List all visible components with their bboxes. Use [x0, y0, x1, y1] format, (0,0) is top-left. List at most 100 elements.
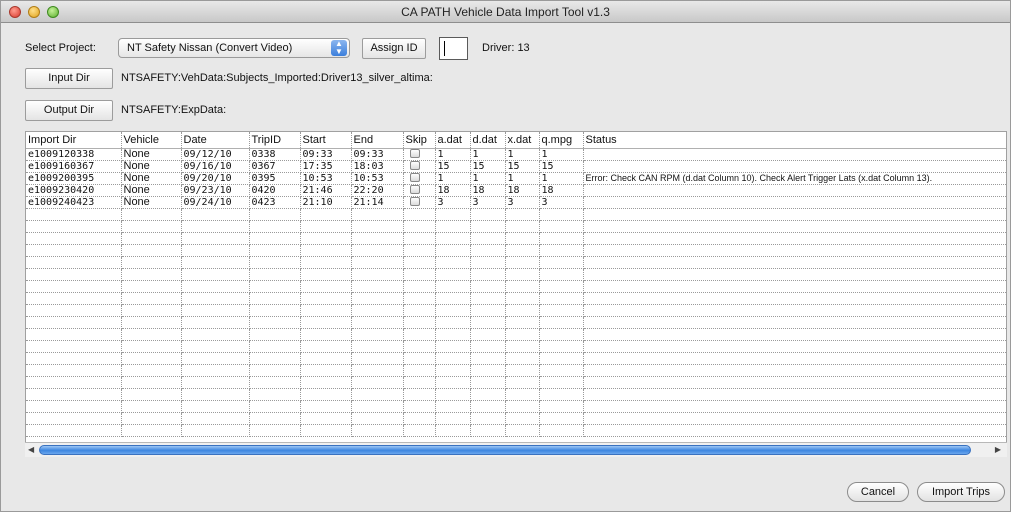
- table-cell: 18: [470, 184, 506, 197]
- table-cell: None: [121, 172, 182, 185]
- empty-cell: [470, 340, 506, 353]
- skip-checkbox[interactable]: [409, 185, 420, 195]
- skip-checkbox[interactable]: [409, 161, 420, 171]
- empty-cell: [249, 316, 301, 329]
- empty-table-row[interactable]: [26, 340, 1006, 353]
- empty-cell: [583, 208, 1006, 221]
- empty-table-row[interactable]: [26, 304, 1006, 317]
- app-window: CA PATH Vehicle Data Import Tool v1.3 Se…: [0, 0, 1011, 512]
- empty-cell: [26, 352, 122, 365]
- empty-table-row[interactable]: [26, 256, 1006, 269]
- empty-cell: [539, 244, 584, 257]
- empty-cell: [539, 352, 584, 365]
- table-body: e1009120338 None 09/12/10 0338 09:33 09:33 1 1 1…: [26, 148, 1006, 437]
- output-dir-button[interactable]: Output Dir: [25, 100, 113, 121]
- input-dir-button[interactable]: Input Dir: [25, 68, 113, 89]
- empty-cell: [403, 208, 436, 221]
- column-header[interactable]: d.dat: [470, 132, 506, 149]
- empty-table-row[interactable]: [26, 316, 1006, 329]
- empty-cell: [435, 268, 471, 281]
- empty-cell: [435, 388, 471, 401]
- empty-cell: [26, 316, 122, 329]
- table-row[interactable]: e1009160367 None 09/16/10 0367 17:35 18:03 15 1…: [26, 160, 1006, 173]
- table-cell: [403, 184, 436, 197]
- empty-cell: [539, 328, 584, 341]
- column-header[interactable]: Import Dir: [26, 132, 122, 149]
- empty-cell: [121, 412, 182, 425]
- column-header[interactable]: Date: [181, 132, 250, 149]
- empty-cell: [26, 244, 122, 257]
- column-header[interactable]: x.dat: [505, 132, 540, 149]
- empty-cell: [470, 280, 506, 293]
- table-cell: 3: [505, 196, 540, 209]
- empty-table-row[interactable]: [26, 424, 1006, 437]
- empty-cell: [26, 232, 122, 245]
- empty-table-row[interactable]: [26, 232, 1006, 245]
- empty-table-row[interactable]: [26, 244, 1006, 257]
- skip-checkbox[interactable]: [409, 197, 420, 207]
- empty-cell: [351, 376, 404, 389]
- column-header[interactable]: Skip: [403, 132, 436, 149]
- column-header[interactable]: End: [351, 132, 404, 149]
- empty-cell: [539, 400, 584, 413]
- empty-cell: [121, 424, 182, 437]
- column-header[interactable]: Start: [300, 132, 352, 149]
- column-header[interactable]: Vehicle: [121, 132, 182, 149]
- id-input[interactable]: [439, 37, 468, 60]
- table-cell: 0420: [249, 184, 301, 197]
- empty-table-row[interactable]: [26, 376, 1006, 389]
- empty-cell: [403, 268, 436, 281]
- empty-cell: [300, 376, 352, 389]
- empty-table-row[interactable]: [26, 412, 1006, 425]
- empty-table-row[interactable]: [26, 220, 1006, 233]
- scroll-left-icon[interactable]: ◀: [28, 445, 34, 454]
- empty-cell: [470, 256, 506, 269]
- empty-cell: [300, 244, 352, 257]
- table-cell: 3: [470, 196, 506, 209]
- empty-cell: [435, 340, 471, 353]
- scrollbar-thumb[interactable]: [39, 445, 971, 455]
- table-row[interactable]: e1009120338 None 09/12/10 0338 09:33 09:33 1 1 1…: [26, 148, 1006, 161]
- table-cell: 0395: [249, 172, 301, 185]
- empty-cell: [470, 208, 506, 221]
- empty-cell: [435, 424, 471, 437]
- empty-table-row[interactable]: [26, 280, 1006, 293]
- empty-cell: [351, 388, 404, 401]
- empty-table-row[interactable]: [26, 364, 1006, 377]
- empty-cell: [539, 412, 584, 425]
- empty-cell: [26, 388, 122, 401]
- empty-table-row[interactable]: [26, 388, 1006, 401]
- import-trips-button[interactable]: Import Trips: [917, 482, 1005, 502]
- cancel-button[interactable]: Cancel: [847, 482, 909, 502]
- trips-table[interactable]: Import Dir Vehicle Date TripID Start End Skip a…: [25, 131, 1007, 457]
- table-row[interactable]: e1009200395 None 09/20/10 0395 10:53 10:53 1 1 1…: [26, 172, 1006, 185]
- table-row[interactable]: e1009240423 None 09/24/10 0423 21:10 21:14 3 3 3…: [26, 196, 1006, 209]
- empty-cell: [539, 292, 584, 305]
- skip-checkbox[interactable]: [409, 173, 420, 183]
- scroll-right-icon[interactable]: ▶: [995, 445, 1001, 454]
- empty-cell: [539, 316, 584, 329]
- column-header[interactable]: a.dat: [435, 132, 471, 149]
- empty-table-row[interactable]: [26, 292, 1006, 305]
- empty-table-row[interactable]: [26, 268, 1006, 281]
- column-header[interactable]: TripID: [249, 132, 301, 149]
- assign-id-button[interactable]: Assign ID: [362, 38, 426, 59]
- horizontal-scrollbar[interactable]: ◀ ▶: [25, 442, 1007, 457]
- empty-cell: [539, 208, 584, 221]
- table-row[interactable]: e1009230420 None 09/23/10 0420 21:46 22:20 18 1…: [26, 184, 1006, 197]
- skip-checkbox[interactable]: [409, 149, 420, 159]
- empty-table-row[interactable]: [26, 328, 1006, 341]
- title-bar: CA PATH Vehicle Data Import Tool v1.3: [1, 1, 1010, 23]
- column-header[interactable]: Status: [583, 132, 1006, 149]
- column-header[interactable]: q.mpg: [539, 132, 584, 149]
- table-cell: [583, 160, 1006, 173]
- project-select[interactable]: NT Safety Nissan (Convert Video) ▲ ▼: [118, 38, 350, 58]
- empty-cell: [181, 364, 250, 377]
- table-cell: e1009120338: [26, 148, 122, 161]
- empty-table-row[interactable]: [26, 400, 1006, 413]
- empty-cell: [505, 328, 540, 341]
- empty-cell: [583, 280, 1006, 293]
- empty-table-row[interactable]: [26, 208, 1006, 221]
- empty-cell: [249, 400, 301, 413]
- empty-table-row[interactable]: [26, 352, 1006, 365]
